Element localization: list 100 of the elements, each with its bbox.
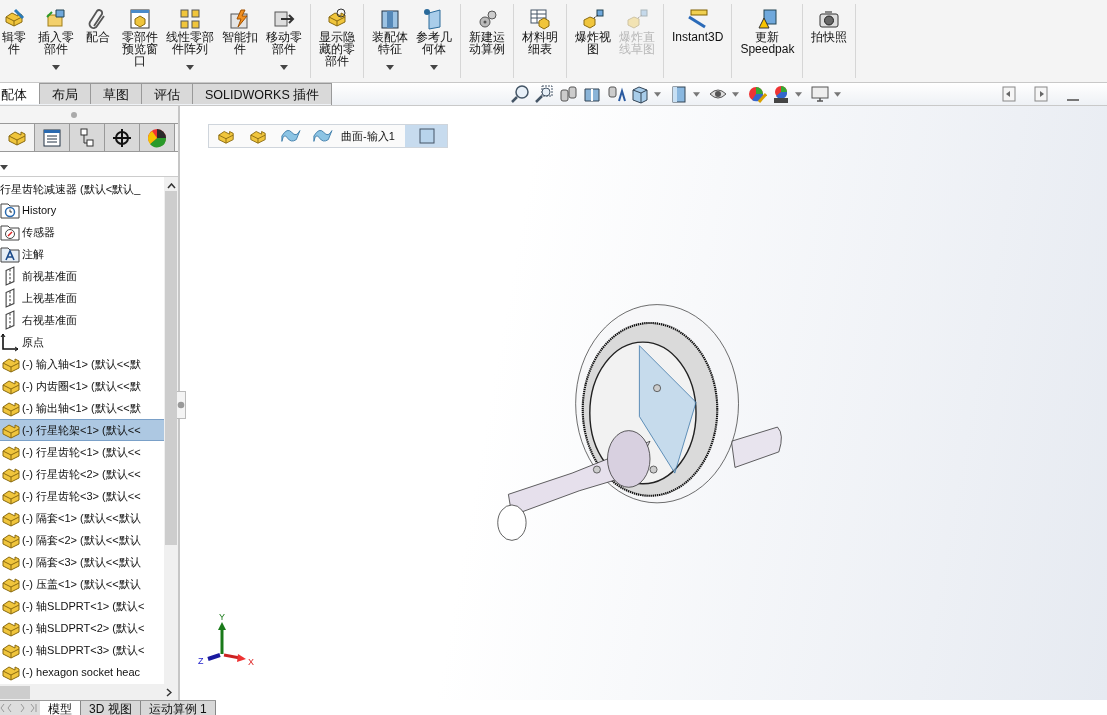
panel-right-icon[interactable] <box>1031 84 1051 104</box>
zoom-fit-icon[interactable] <box>510 84 531 104</box>
command-tab[interactable]: SOLIDWORKS 插件 <box>192 83 333 104</box>
command-tab[interactable]: 布局 <box>39 83 91 104</box>
breadcrumb-item[interactable]: 曲面-输入1 <box>341 128 395 144</box>
preview-window-icon <box>129 8 151 30</box>
exploded-part-icon <box>626 8 648 30</box>
origin-axes-icon <box>0 332 20 352</box>
ribbon-button[interactable]: 智能扣 件 <box>218 4 262 78</box>
folder-part-icon <box>45 8 67 30</box>
axis-label: Z <box>198 656 204 666</box>
ribbon-button[interactable]: 参考几 何体 <box>412 4 456 78</box>
caret-icon[interactable] <box>732 91 740 97</box>
scrollbar-thumb[interactable] <box>0 685 30 699</box>
scroll-right-icon[interactable] <box>166 687 172 697</box>
bottom-tab[interactable]: 模型 <box>40 701 81 715</box>
table-part-icon <box>529 8 551 30</box>
color-wheel-icon <box>146 126 168 149</box>
caret-icon[interactable] <box>654 91 662 97</box>
x-axis-arrow <box>223 653 246 662</box>
tree-item[interactable]: (-) 输出轴<1> (默认<<默 <box>0 397 164 419</box>
color-ball-pencil-icon[interactable] <box>747 84 768 104</box>
axis-label: Y <box>219 612 225 622</box>
plane-icon <box>5 266 15 286</box>
annotation-folder-icon <box>0 244 20 264</box>
ribbon-button[interactable]: 装配体 特征 <box>368 4 412 78</box>
tree-item[interactable]: (-) 行星轮架<1> (默认<< <box>0 419 164 441</box>
ribbon-button[interactable]: Instant3D <box>668 4 728 78</box>
tree-item[interactable]: History <box>0 199 164 221</box>
y-axis-arrow <box>218 622 226 654</box>
plane-icon <box>5 288 15 308</box>
scroll-up-icon[interactable] <box>166 183 176 189</box>
ribbon-button[interactable]: 配合 <box>78 4 118 78</box>
tree-item[interactable]: (-) 轴SLDPRT<2> (默认< <box>0 617 164 639</box>
ribbon-button[interactable]: 移动零 部件 <box>262 4 306 78</box>
bottom-tab[interactable]: 运动算例 1 <box>140 701 216 715</box>
command-tab[interactable]: 评估 <box>141 83 193 104</box>
tree-item[interactable]: 注解 <box>0 243 164 265</box>
filter-field[interactable] <box>0 152 178 177</box>
caret-icon[interactable] <box>795 91 803 97</box>
caret-icon <box>186 65 194 70</box>
tree-item[interactable]: (-) 行星齿轮<1> (默认<< <box>0 441 164 463</box>
panel-left-icon[interactable] <box>999 84 1019 104</box>
tree-item[interactable]: (-) 隔套<2> (默认<<默认 <box>0 529 164 551</box>
caret-icon <box>430 65 438 70</box>
ribbon-button[interactable]: 拍快照 <box>807 4 852 78</box>
plane-icon <box>5 310 15 330</box>
camera-icon <box>818 8 841 30</box>
ribbon-button[interactable]: 新建运 动算例 <box>465 4 509 78</box>
dot-icon <box>177 401 185 409</box>
ribbon-button[interactable]: 显示隐 藏的零 部件 <box>315 4 359 78</box>
tree-item[interactable]: (-) 隔套<1> (默认<<默认 <box>0 507 164 529</box>
panel-grip[interactable] <box>71 112 77 118</box>
horizontal-scrollbar[interactable] <box>0 684 178 700</box>
tree-item[interactable]: (-) 内齿圈<1> (默认<<默 <box>0 375 164 397</box>
tree-item[interactable]: (-) 压盖<1> (默认<<默认 <box>0 573 164 595</box>
panel-tab[interactable] <box>140 124 175 151</box>
command-tab[interactable]: 草图 <box>90 83 142 104</box>
caret-icon[interactable] <box>693 91 701 97</box>
ribbon-button[interactable]: 零部件 预览窗 口 <box>118 4 162 78</box>
ribbon-button[interactable]: 爆炸视 图 <box>571 4 615 78</box>
tree-item[interactable]: (-) hexagon socket heac <box>0 661 164 683</box>
surface-icon[interactable] <box>311 127 333 145</box>
tree-item[interactable]: (-) 行星齿轮<2> (默认<< <box>0 463 164 485</box>
surface-icon[interactable] <box>279 127 301 145</box>
ribbon-button[interactable]: 材料明 细表 <box>518 4 562 78</box>
grid-pattern-icon <box>179 8 201 30</box>
caret-icon <box>386 65 394 70</box>
ribbon-button[interactable]: 插入零 部件 <box>34 4 78 78</box>
move-part-icon <box>273 8 295 30</box>
tree-item[interactable]: 行星齿轮减速器 (默认<默认_ <box>0 179 164 199</box>
caret-icon <box>280 65 288 70</box>
axis-label: X <box>248 657 254 667</box>
exploded-part-icon <box>582 8 604 30</box>
caret-icon <box>52 65 60 70</box>
zoom-area-icon[interactable] <box>534 84 555 104</box>
tree-item[interactable]: (-) 轴SLDPRT<1> (默认< <box>0 595 164 617</box>
cube-view-icon[interactable] <box>630 84 651 104</box>
tree-item[interactable]: 传感器 <box>0 221 164 243</box>
monitor-icon[interactable] <box>810 84 831 104</box>
tree-item[interactable]: (-) 行星齿轮<3> (默认<< <box>0 485 164 507</box>
ribbon-button[interactable]: 更新 Speedpak <box>736 4 799 78</box>
tree-item[interactable]: (-) 输入轴<1> (默认<<默 <box>0 353 164 375</box>
tree-item[interactable]: 原点 <box>0 331 164 353</box>
vertical-scrollbar[interactable] <box>164 177 178 684</box>
tree-item[interactable]: 前视基准面 <box>0 265 164 287</box>
caret-icon[interactable] <box>834 91 842 97</box>
binoculars-text-icon[interactable] <box>606 84 627 104</box>
bottom-tab[interactable]: 3D 视图 <box>81 701 141 715</box>
scrollbar-thumb[interactable] <box>165 191 177 545</box>
ribbon-button[interactable]: 线性零部 件阵列 <box>162 4 218 78</box>
tree-item[interactable]: (-) 轴SLDPRT<3> (默认< <box>0 639 164 661</box>
tree-item[interactable]: 右视基准面 <box>0 309 164 331</box>
tree-item[interactable]: 上视基准面 <box>0 287 164 309</box>
gears-icon <box>476 8 498 30</box>
property-list-icon <box>41 126 63 149</box>
binoculars-icon[interactable] <box>558 84 579 104</box>
ribbon-button[interactable]: 辑零 件 <box>0 4 34 78</box>
panel-tab[interactable] <box>105 124 140 151</box>
tree-item[interactable]: (-) 隔套<3> (默认<<默认 <box>0 551 164 573</box>
